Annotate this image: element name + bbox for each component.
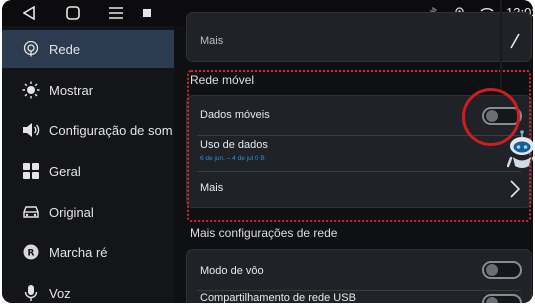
- brightness-icon: [22, 81, 40, 99]
- annotation-pointer-line: [500, 0, 502, 89]
- sidebar-item-original[interactable]: Original: [2, 193, 174, 231]
- sidebar-item-label: Mostrar: [49, 82, 94, 98]
- sidebar-item-som[interactable]: Configuração de som: [2, 111, 174, 149]
- volume-icon: [22, 121, 40, 139]
- sidebar-item-label: Original: [49, 204, 94, 220]
- sidebar-item-geral[interactable]: Geral: [2, 152, 174, 190]
- assistant-robot-icon[interactable]: [506, 130, 533, 172]
- screen-frame: 13:03 Rede Mostrar Configuração de som: [2, 0, 533, 303]
- more-label: Mais: [200, 182, 224, 194]
- mobile-data-label: Dados móveis: [200, 109, 270, 121]
- chevron-right-icon: [510, 180, 521, 202]
- grid-icon: [22, 162, 40, 180]
- airplane-mode-label: Modo de vôo: [200, 265, 264, 277]
- car-icon: [22, 203, 40, 221]
- airplane-mode-toggle[interactable]: [482, 261, 522, 279]
- settings-sidebar: Rede Mostrar Configuração de som Geral O…: [2, 26, 174, 303]
- toggle-knob: [486, 264, 498, 276]
- sidebar-item-label: Rede: [49, 41, 81, 57]
- reverse-icon: R: [22, 243, 40, 261]
- more-row[interactable]: Mais: [187, 172, 531, 208]
- more-network-card: Modo de vôo Compartilhamento de rede USB: [186, 249, 532, 303]
- sidebar-item-label: Geral: [49, 163, 81, 179]
- usb-tethering-label[interactable]: Compartilhamento de rede USB: [200, 292, 356, 303]
- sidebar-item-rede[interactable]: Rede: [2, 30, 174, 68]
- menu-icon[interactable]: [108, 5, 124, 21]
- edit-icon[interactable]: [509, 33, 521, 53]
- sd-card-icon: [142, 5, 152, 21]
- sidebar-item-label: Configuração de som: [49, 122, 173, 138]
- sidebar-item-label: Voz: [49, 285, 71, 301]
- mobile-network-title: Rede móvel: [190, 73, 255, 87]
- toggle-knob: [486, 297, 498, 303]
- home-icon[interactable]: [65, 5, 81, 21]
- settings-content: Mais Rede móvel Dados móveis Uso de dado…: [182, 12, 533, 303]
- top-more-label[interactable]: Mais: [200, 35, 223, 47]
- top-card: Mais: [186, 12, 532, 62]
- airplane-mode-row[interactable]: Modo de vôo: [187, 250, 531, 290]
- divider: [197, 290, 521, 291]
- microphone-icon: [22, 284, 40, 302]
- sidebar-item-mostrar[interactable]: Mostrar: [2, 71, 174, 109]
- data-usage-label: Uso de dados: [200, 139, 268, 151]
- usb-tethering-toggle[interactable]: [482, 294, 522, 303]
- back-icon[interactable]: [22, 5, 36, 21]
- sidebar-item-label: Marcha ré: [49, 244, 108, 260]
- network-icon: [22, 40, 40, 58]
- svg-text:R: R: [28, 249, 35, 259]
- data-usage-range: 6 de jun. – 4 de jul 0 B: [200, 155, 265, 162]
- sidebar-item-marcha-re[interactable]: R Marcha ré: [2, 233, 174, 271]
- sidebar-item-voz[interactable]: Voz: [2, 274, 174, 303]
- more-network-settings-title: Mais configurações de rede: [190, 226, 338, 240]
